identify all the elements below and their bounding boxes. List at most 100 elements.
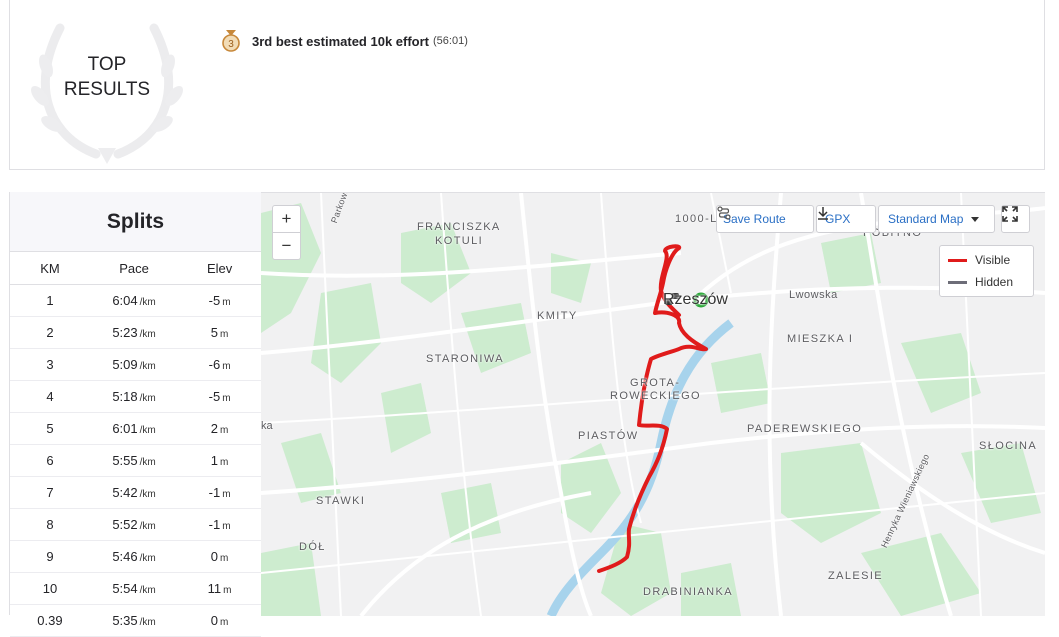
label-kmity: KMITY [537,310,578,322]
label-paderewskiego: PADEREWSKIEGO [747,423,863,435]
top-results-card: TOP RESULTS 3 3rd best estimated 10k eff… [9,0,1045,170]
pace-unit: /km [139,425,156,436]
label-rzeszow: Rzeszów [663,291,728,308]
pace-unit: /km [139,521,156,532]
legend-hidden-label: Hidden [975,275,1014,289]
route-icon [717,206,731,220]
svg-text:3: 3 [228,39,234,50]
effort-label: 3rd best estimated 10k effort [252,33,430,49]
label-staroniwa: STARONIWA [426,353,504,365]
split-elev: -1 m [178,508,261,541]
pace-unit: /km [139,297,156,308]
split-pace: 6:01/km [89,412,179,445]
elev-unit: m [223,585,232,596]
label-lwowska: Lwowska [789,289,838,301]
header-pace: Pace [89,252,179,285]
split-pace: 5:52/km [89,508,179,541]
split-elev: 1m [178,444,261,477]
table-row: 4 5:18/km -5 m [10,380,261,413]
zoom-control: + − [272,205,301,260]
best-effort-item[interactable]: 3 3rd best estimated 10k effort (56:01) [222,30,468,52]
label-piastow: PIASTÓW [578,430,639,442]
zoom-in-button[interactable]: + [273,206,300,233]
table-row: 3 5:09/km -6 m [10,348,261,381]
split-km: 6 [10,444,90,477]
splits-title: Splits [10,192,261,252]
split-km: 5 [10,412,90,445]
split-elev: -5 m [178,380,261,413]
split-km: 8 [10,508,90,541]
pace-unit: /km [139,361,156,372]
save-route-label: Save Route [723,212,786,226]
download-icon [818,207,828,220]
label-ka: ka [261,420,273,432]
fullscreen-button[interactable] [1001,205,1030,233]
table-row: 10 5:54/km 11 m [10,572,261,605]
top-results-label: TOP RESULTS [10,52,204,102]
split-pace: 5:46/km [89,540,179,573]
table-row: 5 6:01/km 2 m [10,412,261,445]
top-label-line2: RESULTS [63,79,151,100]
route-map[interactable]: FRANCISZKA KOTULI KMITY STARONIWA GROTA-… [261,192,1045,616]
split-elev: 0m [178,604,261,637]
split-km: 0.39 [10,604,90,637]
visible-swatch [948,258,967,262]
split-pace: 5:54/km [89,572,179,605]
zoom-out-button[interactable]: − [273,233,300,259]
label-roweckiego: ROWECKIEGO [610,390,702,402]
gpx-button[interactable]: GPX [816,205,876,233]
split-pace: 5:18/km [89,380,179,413]
pace-unit: /km [139,457,156,468]
elev-unit: m [222,393,231,404]
split-pace: 5:42/km [89,476,179,509]
split-pace: 5:23/km [89,316,179,349]
label-dol: DÓŁ [299,541,326,553]
elev-unit: m [222,297,231,308]
map-canvas[interactable] [261,193,1045,616]
label-franciszka: FRANCISZKA [417,221,501,233]
header-elev: Elev [178,252,261,285]
label-tysiaclecia: 1000-L [675,213,718,225]
effort-time: (56:01) [433,35,468,47]
split-pace: 6:04/km [89,284,179,317]
split-pace: 5:55/km [89,444,179,477]
pace-unit: /km [139,393,156,404]
legend-visible: Visible [940,249,1033,271]
split-km: 9 [10,540,90,573]
table-row: 7 5:42/km -1 m [10,476,261,509]
map-style-select[interactable]: Standard Map [878,205,995,233]
top-label-line1: TOP [87,54,127,75]
splits-panel: Splits KM Pace Elev 1 6:04/km -5 m 2 5:23/km 5… [9,192,261,637]
legend-hidden: Hidden [940,271,1033,293]
table-row: 9 5:46/km 0 m [10,540,261,573]
split-elev: 5m [178,316,261,349]
save-route-button[interactable]: Save Route [716,205,814,233]
fullscreen-icon [1002,206,1018,222]
elev-unit: m [222,361,231,372]
table-row: 1 6:04/km -5 m [10,284,261,317]
elev-unit: m [220,617,229,628]
elev-unit: m [220,553,229,564]
map-legend: Visible Hidden [939,245,1034,297]
pace-unit: /km [139,489,156,500]
split-km: 7 [10,476,90,509]
split-km: 1 [10,284,90,317]
hidden-swatch [948,280,967,284]
elev-unit: m [222,489,231,500]
split-elev: 2m [178,412,261,445]
table-row: 0.39 5:35/km 0 m [10,604,261,637]
map-style-label: Standard Map [888,212,964,226]
legend-visible-label: Visible [975,253,1011,267]
split-km: 4 [10,380,90,413]
medal-icon: 3 [222,30,240,52]
label-drabinianka: DRABINIANKA [643,586,733,598]
split-elev: 0m [178,540,261,573]
split-elev: -1 m [178,476,261,509]
label-mieszka: MIESZKA I [787,333,854,345]
elev-unit: m [222,521,231,532]
pace-unit: /km [139,329,156,340]
elev-unit: m [220,329,229,340]
label-kotuli: KOTULI [435,235,484,247]
split-elev: -6 m [178,348,261,381]
elev-unit: m [220,425,229,436]
